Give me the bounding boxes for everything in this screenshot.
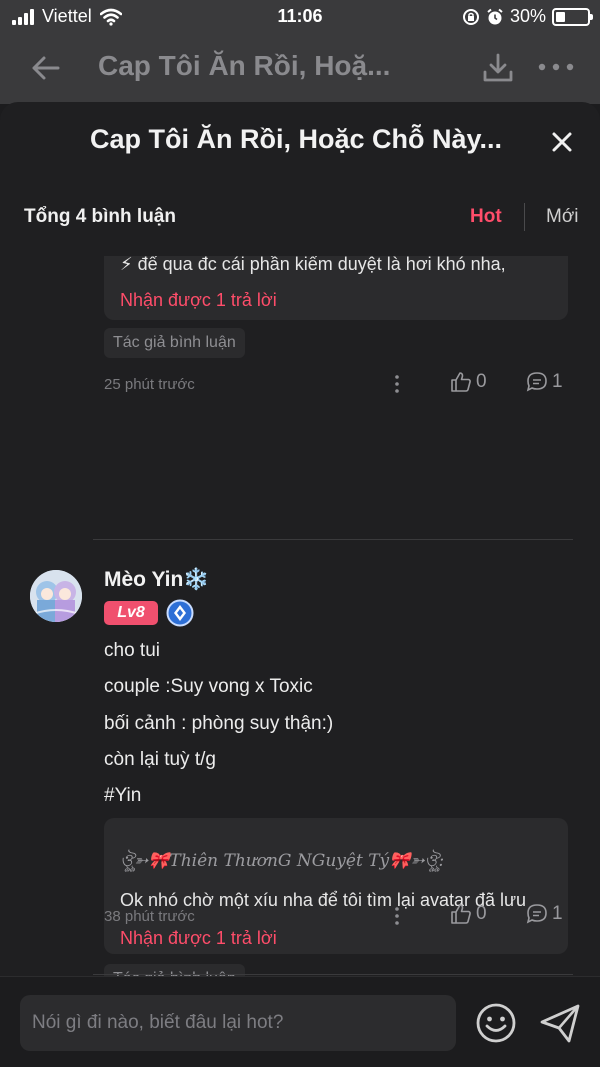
comment-line: cho tui <box>104 640 160 661</box>
reply-count-link[interactable]: Nhận được 1 trả lời <box>120 928 277 949</box>
thumbs-up-icon <box>451 904 471 924</box>
status-right: 30% <box>462 6 593 27</box>
comments-sheet: Cap Tôi Ăn Rồi, Hoặc Chỗ Này... Tổng 4 b… <box>0 102 600 1067</box>
send-icon[interactable] <box>538 1001 582 1045</box>
comment-divider <box>93 539 573 540</box>
level-badge: Lv8 <box>104 601 158 625</box>
battery-level <box>556 11 565 22</box>
sort-hot-tab[interactable]: Hot <box>470 206 502 228</box>
more-options-icon[interactable] <box>392 905 402 927</box>
like-button[interactable]: 0 <box>450 371 487 393</box>
reply-preview-box[interactable]: ঔৣ➳🎀Thiên ThươnG NGuyệt Tý🎀➳ঔৣ: Ok nhó c… <box>104 818 568 954</box>
battery-percent: 30% <box>509 6 546 26</box>
comment-time: 38 phút trước <box>104 908 195 925</box>
reply-count-link[interactable]: Nhận được 1 trả lời <box>120 290 277 311</box>
diamond-badge-icon <box>166 599 194 627</box>
alarm-icon <box>487 8 503 24</box>
nav-title: Cap Tôi Ăn Rồi, Hoặ... <box>98 50 391 81</box>
rotation-lock-icon <box>462 8 479 25</box>
comment-time: 25 phút trước <box>104 376 195 393</box>
avatar-image <box>30 570 82 622</box>
comment-line: couple :Suy vong x Toxic <box>104 676 313 697</box>
comment-input-bar <box>0 976 600 1067</box>
comment-bubble-icon <box>526 372 547 392</box>
battery-icon <box>552 7 593 26</box>
comment-bubble-icon <box>526 904 547 924</box>
like-count: 0 <box>476 371 487 392</box>
back-arrow-icon[interactable] <box>28 50 64 86</box>
sheet-title: Cap Tôi Ăn Rồi, Hoặc Chỗ Này... <box>90 124 503 154</box>
reply-count: 1 <box>552 371 563 392</box>
comment-divider <box>93 974 573 975</box>
sort-new-tab[interactable]: Mới <box>546 206 579 228</box>
reply-preview-text: ⚡ để qua đc cái phần kiểm duyệt là hơi k… <box>120 256 506 274</box>
like-count: 0 <box>476 903 487 924</box>
reply-preview-box[interactable]: ⚡ để qua đc cái phần kiểm duyệt là hơi k… <box>104 256 568 320</box>
nav-bar: Cap Tôi Ăn Rồi, Hoặ... <box>0 34 600 104</box>
more-options-icon[interactable] <box>392 373 402 395</box>
more-icon[interactable] <box>536 52 576 82</box>
comment-count: Tổng 4 bình luận <box>24 206 176 227</box>
comment-line: #Yin <box>104 785 142 806</box>
sort-divider <box>524 203 525 231</box>
close-icon[interactable] <box>546 126 578 158</box>
like-button[interactable]: 0 <box>450 903 487 925</box>
author-tag: Tác giả bình luận <box>104 328 245 358</box>
reply-author[interactable]: ঔৣ➳🎀Thiên ThươnG NGuyệt Tý🎀➳ঔৣ: <box>120 848 444 876</box>
reply-button[interactable]: 1 <box>526 903 563 925</box>
thumbs-up-icon <box>451 372 471 392</box>
status-bar: Viettel 11:06 30% <box>0 0 600 34</box>
reply-button[interactable]: 1 <box>526 371 563 393</box>
comment-input[interactable] <box>20 995 456 1051</box>
comment-line: bối cảnh : phòng suy thận:) <box>104 713 334 734</box>
comment-line: còn lại tuỳ t/g <box>104 749 216 770</box>
comment-list[interactable]: ⚡ để qua đc cái phần kiểm duyệt là hơi k… <box>0 256 600 991</box>
username[interactable]: Mèo Yin❄️ <box>104 568 210 592</box>
emoji-icon[interactable] <box>474 1001 518 1045</box>
avatar[interactable] <box>30 570 82 622</box>
reply-count: 1 <box>552 903 563 924</box>
download-icon[interactable] <box>480 50 516 86</box>
